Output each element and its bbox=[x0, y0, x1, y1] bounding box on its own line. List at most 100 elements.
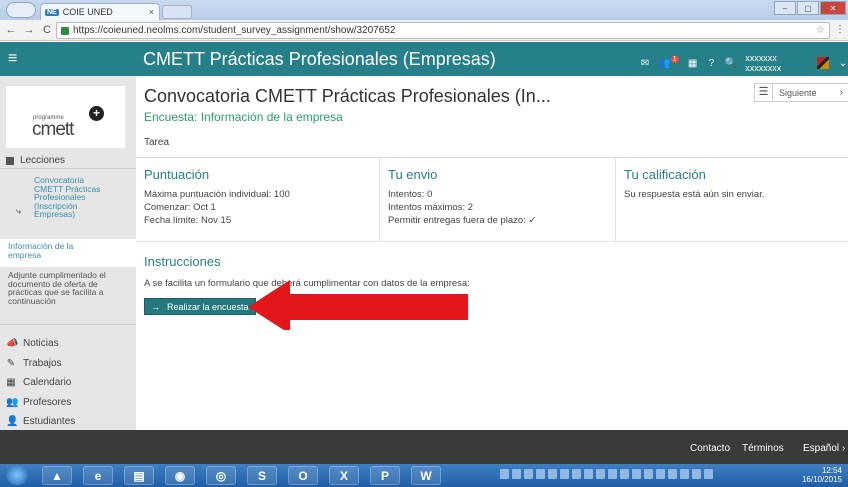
tray-icon[interactable] bbox=[512, 469, 521, 479]
browser-tab-bar: NE COIE UNED × – ▢ ✕ bbox=[0, 0, 848, 20]
tray-icon[interactable] bbox=[692, 469, 701, 479]
sidebar-menu: 📣 Noticias ✎ Trabajos ▦ Calendario 👥 Pro… bbox=[6, 334, 75, 432]
url-text: https://coieuned.neolms.com/student_surv… bbox=[73, 25, 396, 36]
app-header: ≡ CMETT Prácticas Profesionales (Empresa… bbox=[0, 42, 848, 76]
tab-close-icon[interactable]: × bbox=[149, 7, 154, 17]
taskbar-app-icon[interactable]: e bbox=[83, 466, 113, 485]
new-tab-button[interactable] bbox=[162, 5, 192, 19]
browser-menu-button[interactable] bbox=[6, 2, 36, 18]
tray-icon[interactable] bbox=[524, 469, 533, 479]
calendar-icon: ▦ bbox=[6, 377, 16, 389]
taskbar-app-icon[interactable]: ▲ bbox=[42, 466, 72, 485]
bookmark-star-icon[interactable]: ☆ bbox=[816, 25, 825, 36]
taskbar-app-icon[interactable]: P bbox=[370, 466, 400, 485]
chevron-down-icon[interactable]: ⌄ bbox=[838, 58, 848, 69]
tab-tarea[interactable]: Tarea bbox=[144, 137, 169, 148]
taskbar-app-icon[interactable]: ▤ bbox=[124, 466, 154, 485]
tray-icon[interactable] bbox=[680, 469, 689, 479]
people-icon[interactable]: 👥 bbox=[658, 58, 670, 69]
next-button[interactable]: Siguiente bbox=[773, 88, 817, 98]
browser-tab[interactable]: NE COIE UNED × bbox=[40, 3, 160, 20]
divider bbox=[0, 324, 136, 325]
sidebar-item-noticias[interactable]: 📣 Noticias bbox=[6, 334, 75, 354]
tray-icon[interactable] bbox=[656, 469, 665, 479]
browser-menu-icon[interactable]: ⋮ bbox=[835, 24, 845, 35]
tray-icon[interactable] bbox=[548, 469, 557, 479]
tab-title: COIE UNED bbox=[62, 7, 113, 17]
tray-icon[interactable] bbox=[596, 469, 605, 479]
puntuacion-line: Máxima puntuación individual: 100 bbox=[144, 189, 290, 200]
search-icon[interactable]: 🔍 bbox=[725, 58, 737, 69]
envio-title: Tu envio bbox=[388, 167, 438, 182]
notification-badge: 1 bbox=[670, 55, 679, 63]
tray-icon[interactable] bbox=[560, 469, 569, 479]
clock[interactable]: 12:54 16/10/2015 bbox=[802, 466, 842, 484]
close-window-button[interactable]: ✕ bbox=[820, 1, 846, 15]
page-subtitle: Encuesta: Información de la empresa bbox=[144, 110, 343, 124]
sidebar-item-active[interactable]: Información de la empresa bbox=[0, 239, 136, 267]
favicon-icon: NE bbox=[45, 8, 59, 16]
tray-icon[interactable] bbox=[608, 469, 617, 479]
os-taskbar: ▲ e ▤ ◉ ◎ S O X P W 12:54 16/10/2015 bbox=[0, 464, 848, 487]
url-input[interactable]: https://coieuned.neolms.com/student_surv… bbox=[56, 22, 830, 39]
calificacion-line: Su respuesta está aún sin enviar. bbox=[624, 189, 765, 200]
start-survey-button[interactable]: → Realizar la encuesta bbox=[144, 298, 256, 315]
tray-icon[interactable] bbox=[704, 469, 713, 479]
avatar[interactable] bbox=[816, 57, 830, 69]
maximize-button[interactable]: ▢ bbox=[797, 1, 819, 15]
taskbar-app-icon[interactable]: ◎ bbox=[206, 466, 236, 485]
tray-icon[interactable] bbox=[584, 469, 593, 479]
list-icon[interactable]: ☰ bbox=[755, 84, 773, 101]
back-icon[interactable]: ← bbox=[4, 24, 18, 36]
sidebar-item-trabajos[interactable]: ✎ Trabajos bbox=[6, 354, 75, 374]
hamburger-menu-icon[interactable]: ≡ bbox=[8, 50, 17, 68]
chevron-right-icon[interactable]: › bbox=[840, 87, 843, 98]
taskbar-app-icon[interactable]: S bbox=[247, 466, 277, 485]
sidebar-heading[interactable]: Lecciones bbox=[6, 155, 65, 166]
clock-time: 12:54 bbox=[821, 466, 842, 475]
help-icon[interactable]: ? bbox=[707, 58, 717, 69]
divider bbox=[0, 168, 136, 169]
calendar-icon[interactable]: ▦ bbox=[688, 58, 698, 69]
next-navigation: ☰ Siguiente › bbox=[754, 83, 848, 102]
expand-arrow-icon: ⤷ bbox=[16, 206, 22, 216]
tray-icon[interactable] bbox=[632, 469, 641, 479]
puntuacion-title: Puntuación bbox=[144, 167, 210, 182]
footer-language-link[interactable]: Español bbox=[803, 443, 839, 454]
taskbar-app-icon[interactable]: O bbox=[288, 466, 318, 485]
chevron-right-icon[interactable]: › bbox=[842, 443, 845, 454]
tray-icon[interactable] bbox=[500, 469, 509, 479]
envio-line: Permitir entregas fuera de plazo: ✓ bbox=[388, 215, 537, 226]
mail-icon[interactable]: ✉ bbox=[640, 58, 650, 69]
logo-plus-icon: + bbox=[89, 106, 104, 121]
envio-line: Intentos: 0 bbox=[388, 189, 433, 200]
tray-icon[interactable] bbox=[644, 469, 653, 479]
footer-terms-link[interactable]: Términos bbox=[742, 443, 784, 454]
sidebar-item-sub[interactable]: Adjunte cumplimentado el documento de of… bbox=[8, 271, 118, 305]
username[interactable]: xxxxxxx xxxxxxxx bbox=[745, 53, 807, 73]
taskbar-app-icon[interactable]: ◉ bbox=[165, 466, 195, 485]
tray-icon[interactable] bbox=[536, 469, 545, 479]
start-button[interactable] bbox=[6, 465, 28, 485]
tray-icon[interactable] bbox=[620, 469, 629, 479]
sidebar-item-lesson[interactable]: ⤷ Convocatoria CMETT Prácticas Profesion… bbox=[8, 171, 136, 245]
sidebar-item-label: Profesores bbox=[23, 396, 72, 408]
sidebar-item-label: Calendario bbox=[23, 377, 72, 389]
sidebar-heading-label: Lecciones bbox=[20, 155, 66, 166]
instructions-title: Instrucciones bbox=[144, 254, 221, 269]
forward-icon[interactable]: → bbox=[22, 24, 36, 36]
taskbar-app-icon[interactable]: X bbox=[329, 466, 359, 485]
taskbar-app-icon[interactable]: W bbox=[411, 466, 441, 485]
lessons-icon bbox=[6, 156, 14, 165]
sidebar-item-profesores[interactable]: 👥 Profesores bbox=[6, 393, 75, 413]
minimize-button[interactable]: – bbox=[774, 1, 796, 15]
tray-icon[interactable] bbox=[668, 469, 677, 479]
sidebar-item-calendario[interactable]: ▦ Calendario bbox=[6, 373, 75, 393]
footer-contact-link[interactable]: Contacto bbox=[690, 443, 730, 454]
course-title[interactable]: CMETT Prácticas Profesionales (Empresas) bbox=[143, 49, 496, 70]
reload-icon[interactable]: C bbox=[40, 24, 54, 36]
sidebar-item-estudiantes[interactable]: 👤 Estudiantes bbox=[6, 412, 75, 432]
calificacion-title: Tu calificación bbox=[624, 167, 706, 182]
header-toolbar: ✉ 👥 1 ▦ ? 🔍 xxxxxxx xxxxxxxx ⌄ bbox=[640, 53, 848, 73]
tray-icon[interactable] bbox=[572, 469, 581, 479]
